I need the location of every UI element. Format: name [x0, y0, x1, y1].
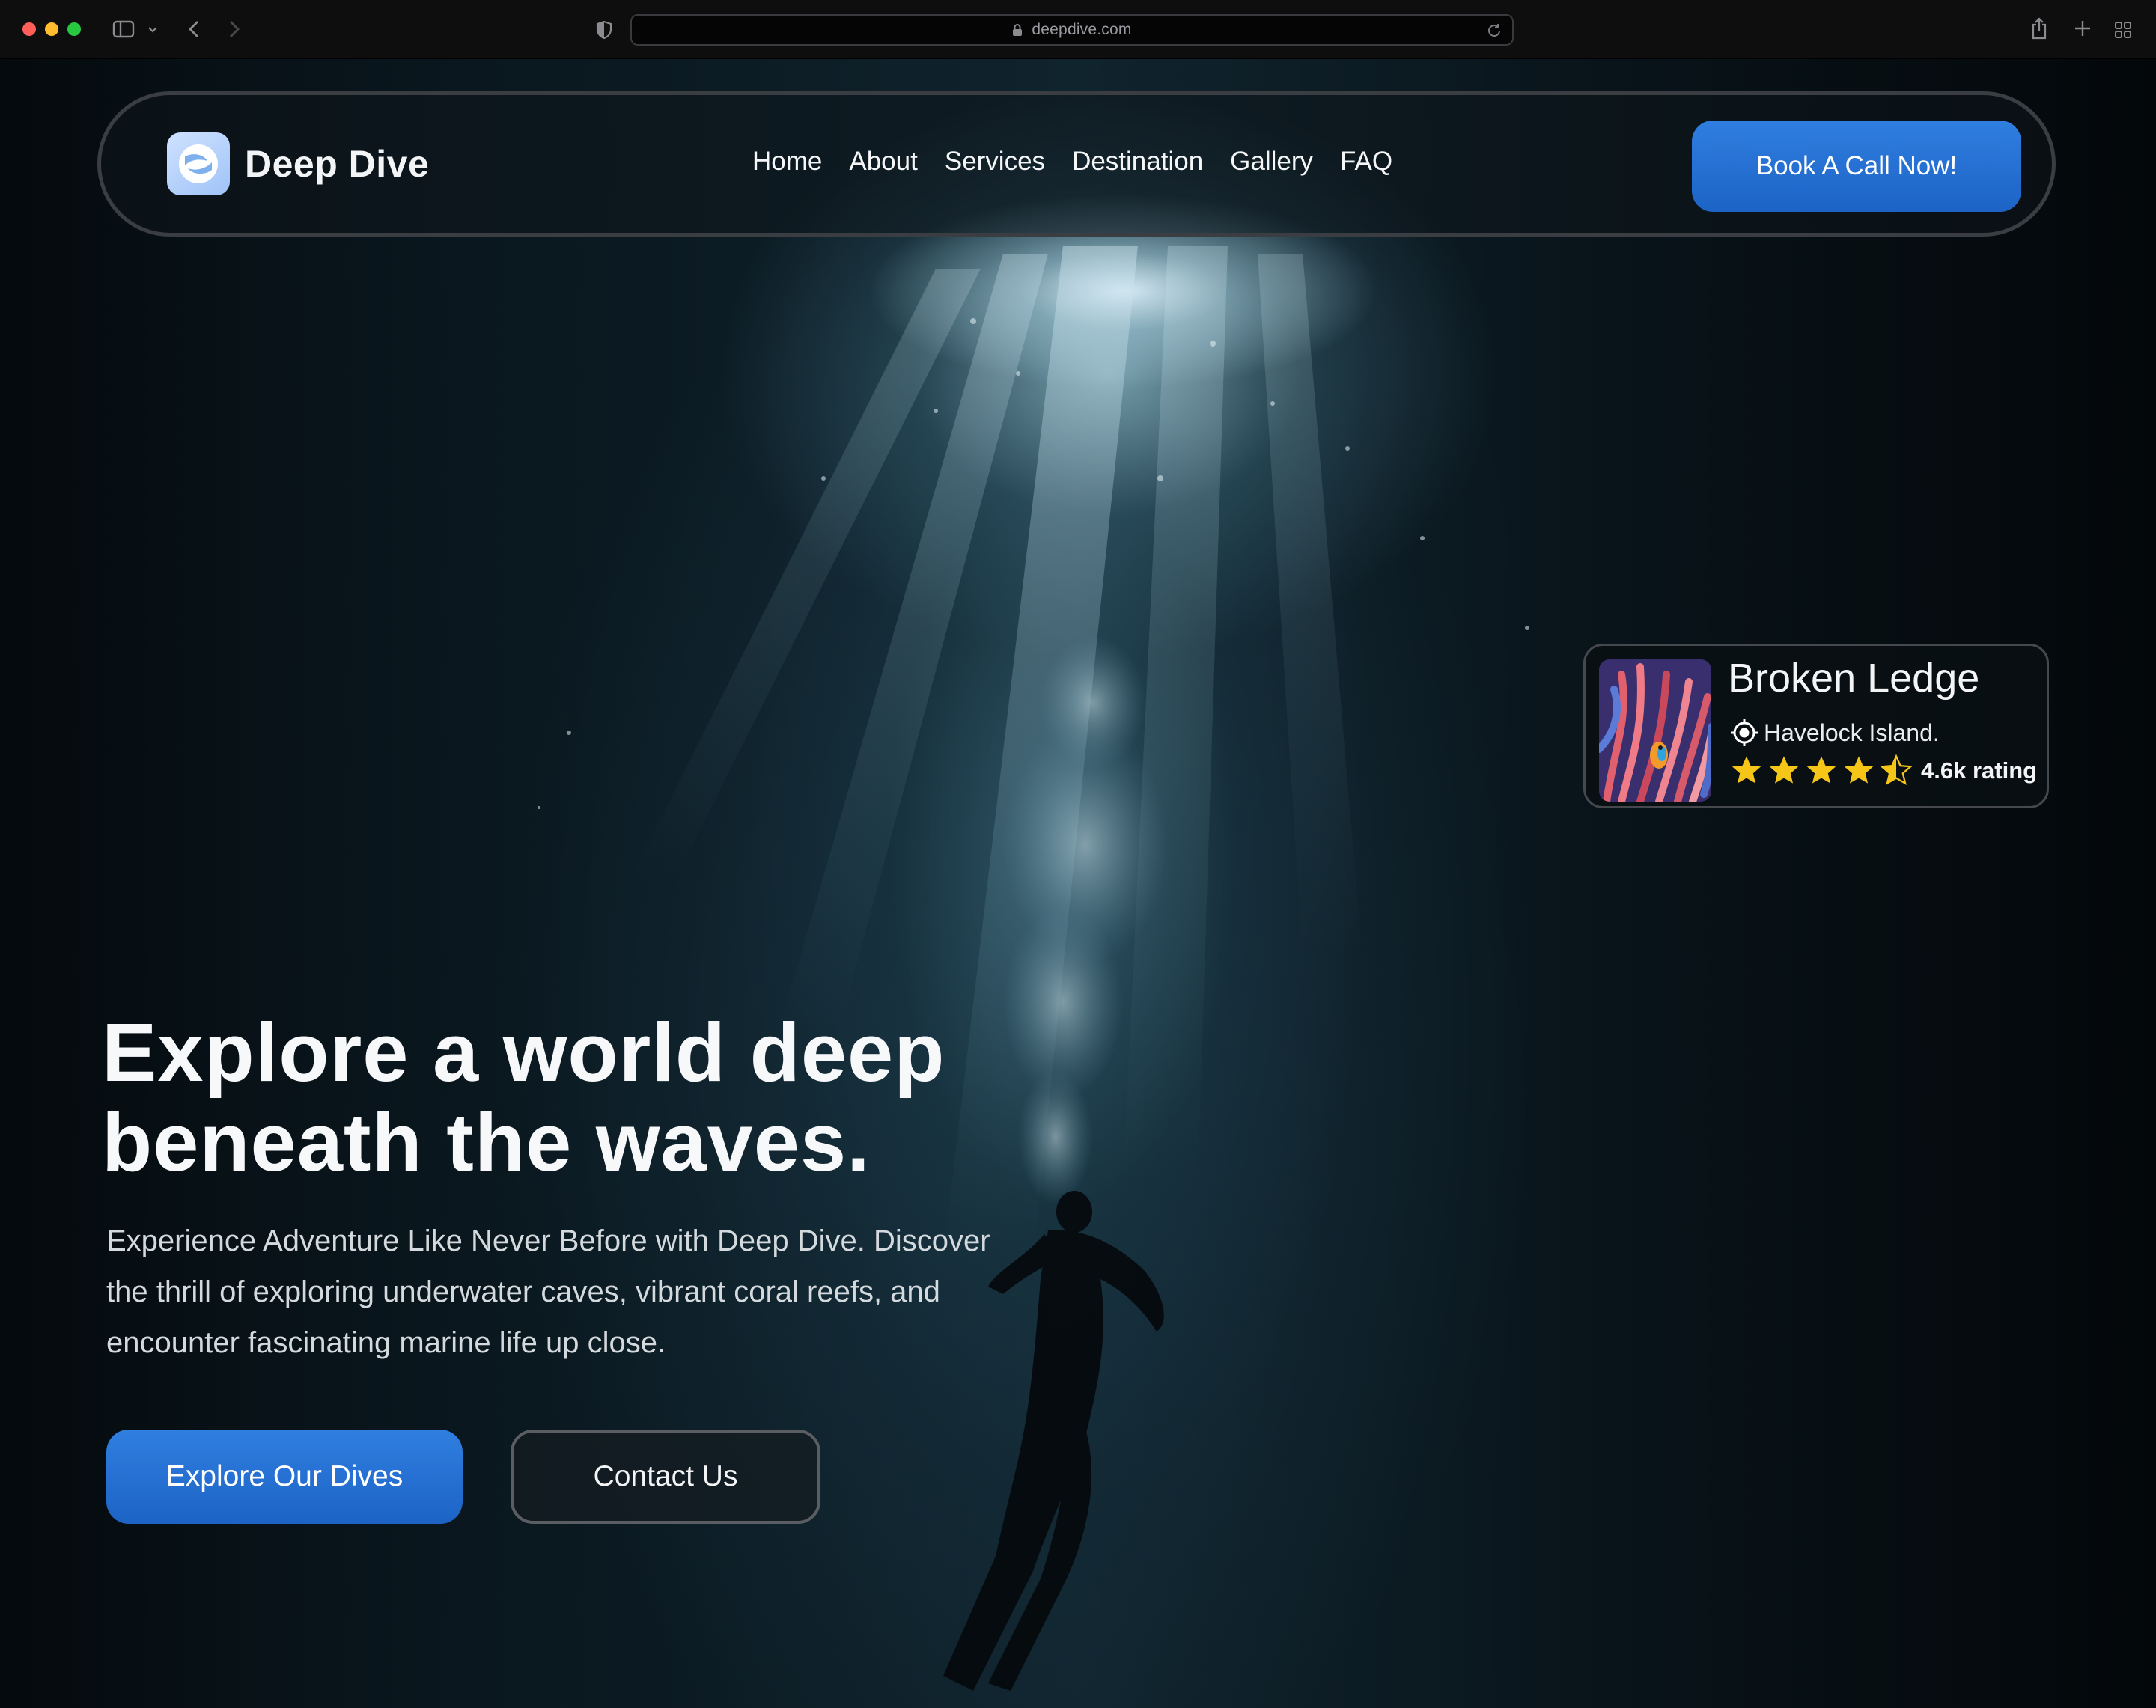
back-arrow-icon[interactable] — [184, 18, 204, 40]
nav-links: Home About Services Destination Gallery … — [752, 147, 1392, 177]
zoom-window-button[interactable] — [67, 22, 81, 36]
nav-link-faq[interactable]: FAQ — [1340, 147, 1392, 177]
destination-card[interactable]: Broken Ledge Havelock Island. 4.6k ratin… — [1583, 644, 2049, 808]
hero-subtitle: Experience Adventure Like Never Before w… — [106, 1216, 1042, 1368]
rating-text: 4.6k rating — [1921, 757, 2038, 784]
lock-icon — [1012, 23, 1024, 37]
tab-overview-icon[interactable] — [2113, 19, 2134, 40]
star-icon — [1732, 756, 1761, 784]
browser-toolbar: deepdive.com — [0, 0, 2156, 58]
forward-arrow-icon[interactable] — [225, 18, 244, 40]
destination-location: Havelock Island. — [1729, 718, 1940, 748]
browser-window: deepdive.com Deep Dive Home About Servic… — [0, 0, 2156, 1708]
book-a-call-button[interactable]: Book A Call Now! — [1692, 121, 2021, 212]
star-icon — [1806, 756, 1836, 784]
hero-subtitle-line-3: encounter fascinating marine life up clo… — [106, 1326, 666, 1359]
close-window-button[interactable] — [22, 22, 36, 36]
sidebar-toggle-icon[interactable] — [112, 19, 135, 39]
hero-subtitle-line-1: Experience Adventure Like Never Before w… — [106, 1224, 990, 1257]
hero-section: Deep Dive Home About Services Destinatio… — [0, 59, 2156, 1708]
url-text: deepdive.com — [1032, 21, 1132, 38]
privacy-shield-icon[interactable] — [594, 19, 614, 40]
minimize-window-button[interactable] — [45, 22, 58, 36]
brand[interactable]: Deep Dive — [167, 132, 429, 195]
hero-title-line-1: Explore a world deep — [102, 1007, 945, 1099]
reload-icon[interactable] — [1485, 22, 1503, 40]
brand-name: Deep Dive — [245, 143, 430, 185]
destination-title: Broken Ledge — [1728, 656, 1980, 701]
hero-title: Explore a world deep beneath the waves. — [102, 1008, 1075, 1188]
main-navigation: Deep Dive Home About Services Destinatio… — [97, 91, 2056, 237]
star-icon — [1844, 756, 1874, 784]
nav-link-services[interactable]: Services — [945, 147, 1045, 177]
hero-title-line-2: beneath the waves. — [102, 1097, 871, 1189]
destination-thumbnail-image — [1599, 659, 1711, 802]
location-text: Havelock Island. — [1764, 719, 1940, 746]
hero-subtitle-line-2: the thrill of exploring underwater caves… — [106, 1275, 940, 1308]
deep-dive-logo-icon — [167, 132, 230, 195]
destination-rating: 4.6k rating — [1729, 754, 2037, 788]
contact-us-button[interactable]: Contact Us — [511, 1430, 820, 1524]
nav-link-about[interactable]: About — [849, 147, 917, 177]
share-icon[interactable] — [2029, 16, 2050, 40]
star-icon — [1769, 756, 1799, 784]
new-tab-plus-icon[interactable] — [2072, 18, 2093, 39]
nav-link-gallery[interactable]: Gallery — [1230, 147, 1313, 177]
explore-our-dives-button[interactable]: Explore Our Dives — [106, 1430, 463, 1524]
nav-link-home[interactable]: Home — [752, 147, 822, 177]
half-star-icon — [1880, 754, 1913, 786]
nav-link-destination[interactable]: Destination — [1072, 147, 1203, 177]
star-rating — [1729, 754, 1913, 788]
location-target-icon — [1729, 718, 1759, 748]
chevron-down-icon[interactable] — [147, 22, 159, 36]
address-bar[interactable]: deepdive.com — [630, 14, 1514, 46]
